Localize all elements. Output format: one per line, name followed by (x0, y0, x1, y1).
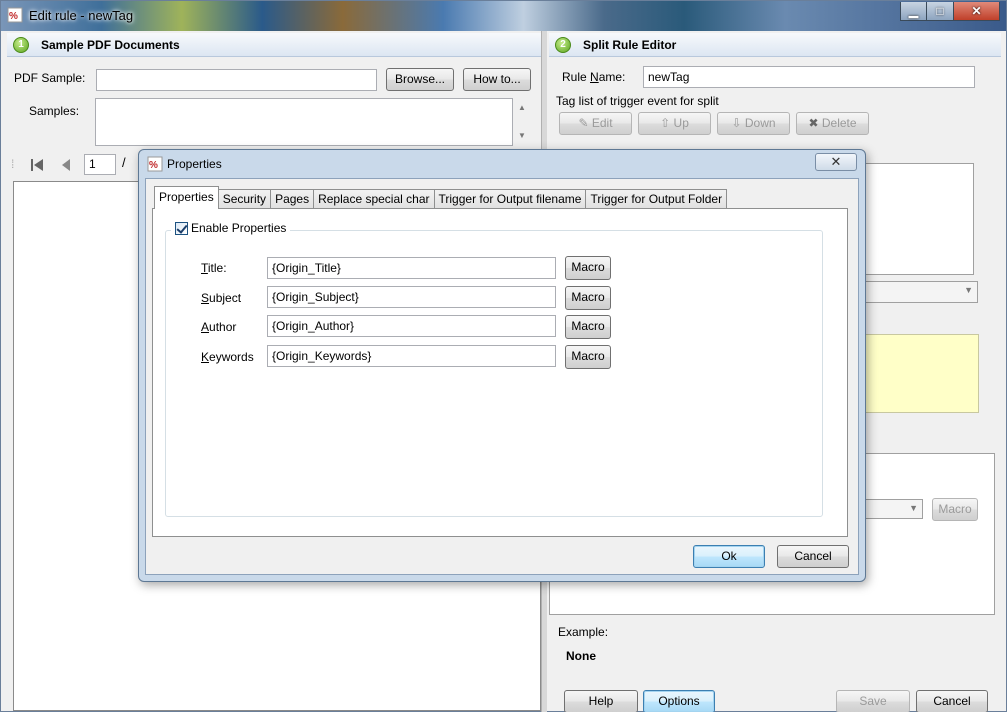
split-rule-header: 2 Split Rule Editor (549, 33, 1001, 57)
sample-pdf-title: Sample PDF Documents (41, 38, 180, 52)
subject-label: Subject (201, 291, 242, 305)
edit-button[interactable]: ✎ Edit (559, 112, 632, 135)
browse-button[interactable]: Browse... (386, 68, 454, 91)
tab-trigger-output-folder[interactable]: Trigger for Output Folder (585, 189, 728, 209)
title-macro-button[interactable]: Macro (565, 256, 611, 280)
save-button[interactable]: Save (836, 690, 910, 712)
edit-icon: ✎ (578, 116, 589, 130)
prev-page-icon[interactable] (59, 157, 73, 173)
ok-button[interactable]: Ok (693, 545, 765, 568)
options-button[interactable]: Options (643, 690, 715, 712)
step-two-icon: 2 (555, 37, 571, 53)
svg-text:%: % (149, 160, 158, 171)
enable-properties-label: Enable Properties (191, 221, 287, 235)
help-button[interactable]: Help (564, 690, 638, 712)
delete-icon: ✖ (808, 116, 819, 130)
how-to-button[interactable]: How to... (463, 68, 531, 91)
samples-list[interactable] (95, 98, 513, 146)
title-bar: % Edit rule - newTag ▁ □ ✕ (1, 1, 1006, 31)
up-button[interactable]: ⇧ Up (638, 112, 711, 135)
pdf-nav-toolbar: ⁞ 1 / (7, 153, 147, 177)
close-icon: ✕ (830, 154, 842, 169)
pdf-sample-label: PDF Sample: (14, 71, 86, 85)
minimize-button[interactable]: ▁ (900, 2, 927, 21)
output-macro-button[interactable]: Macro (932, 498, 978, 521)
properties-dialog: % Properties ✕ Properties Security Pages… (138, 149, 866, 582)
pdf-sample-input[interactable] (96, 69, 377, 91)
delete-button[interactable]: ✖ Delete (796, 112, 869, 135)
keywords-macro-button[interactable]: Macro (565, 345, 611, 369)
edit-rule-window: % Edit rule - newTag ▁ □ ✕ 1 Sample PDF … (0, 0, 1007, 712)
keywords-label: Keywords (201, 350, 254, 364)
subject-input[interactable]: {Origin_Subject} (267, 286, 556, 308)
enable-properties-row[interactable]: Enable Properties (171, 221, 291, 235)
chevron-down-icon: ▼ (909, 503, 918, 513)
tab-properties[interactable]: Properties (154, 186, 219, 209)
subject-macro-button[interactable]: Macro (565, 286, 611, 310)
keywords-input[interactable]: {Origin_Keywords} (267, 345, 556, 367)
close-button[interactable]: ✕ (954, 2, 1000, 21)
app-icon: % (147, 156, 163, 172)
tab-pages[interactable]: Pages (270, 189, 315, 209)
samples-label: Samples: (29, 104, 80, 118)
title-label: Title: (201, 261, 227, 275)
cancel-button[interactable]: Cancel (916, 690, 988, 712)
title-input[interactable]: {Origin_Title} (267, 257, 556, 279)
dialog-tabs: Properties Security Pages Replace specia… (154, 186, 728, 209)
author-input[interactable]: {Origin_Author} (267, 315, 556, 337)
window-title: Edit rule - newTag (29, 8, 134, 23)
output-dropdown[interactable]: ▼ (859, 499, 923, 519)
maximize-button[interactable]: □ (927, 2, 954, 21)
up-arrow-icon: ⇧ (660, 116, 671, 130)
samples-scrollbar[interactable]: ▲ ▼ (517, 101, 527, 143)
tab-trigger-output-filename[interactable]: Trigger for Output filename (433, 189, 587, 209)
enable-properties-checkbox[interactable] (175, 221, 188, 235)
sample-pdf-header: 1 Sample PDF Documents (7, 33, 543, 57)
rule-name-input[interactable]: newTag (643, 66, 975, 88)
app-icon: % (7, 7, 23, 23)
example-value: None (566, 649, 596, 663)
chevron-down-icon: ▼ (964, 285, 973, 295)
split-rule-title: Split Rule Editor (583, 38, 677, 52)
hint-panel (859, 334, 979, 413)
dialog-title: Properties (167, 157, 222, 171)
author-label: Author (201, 320, 237, 334)
dialog-cancel-button[interactable]: Cancel (777, 545, 849, 568)
tab-security[interactable]: Security (217, 189, 272, 209)
dialog-close-button[interactable]: ✕ (815, 153, 857, 171)
rule-name-label: Rule Name: (562, 70, 626, 84)
down-arrow-icon: ⇩ (731, 116, 742, 130)
tag-list-label: Tag list of trigger event for split (556, 94, 719, 108)
svg-text:%: % (9, 11, 18, 22)
example-label: Example: (558, 625, 609, 639)
author-macro-button[interactable]: Macro (565, 315, 611, 339)
page-number-input[interactable]: 1 (84, 154, 116, 175)
step-one-icon: 1 (13, 37, 29, 53)
down-button[interactable]: ⇩ Down (717, 112, 790, 135)
page-separator: / (122, 155, 126, 170)
tab-replace-special-char[interactable]: Replace special char (313, 189, 435, 209)
dialog-body: Properties Security Pages Replace specia… (145, 178, 859, 575)
first-page-icon[interactable] (29, 157, 45, 173)
properties-tab-page: Enable Properties Title: {Origin_Title} … (152, 208, 848, 537)
